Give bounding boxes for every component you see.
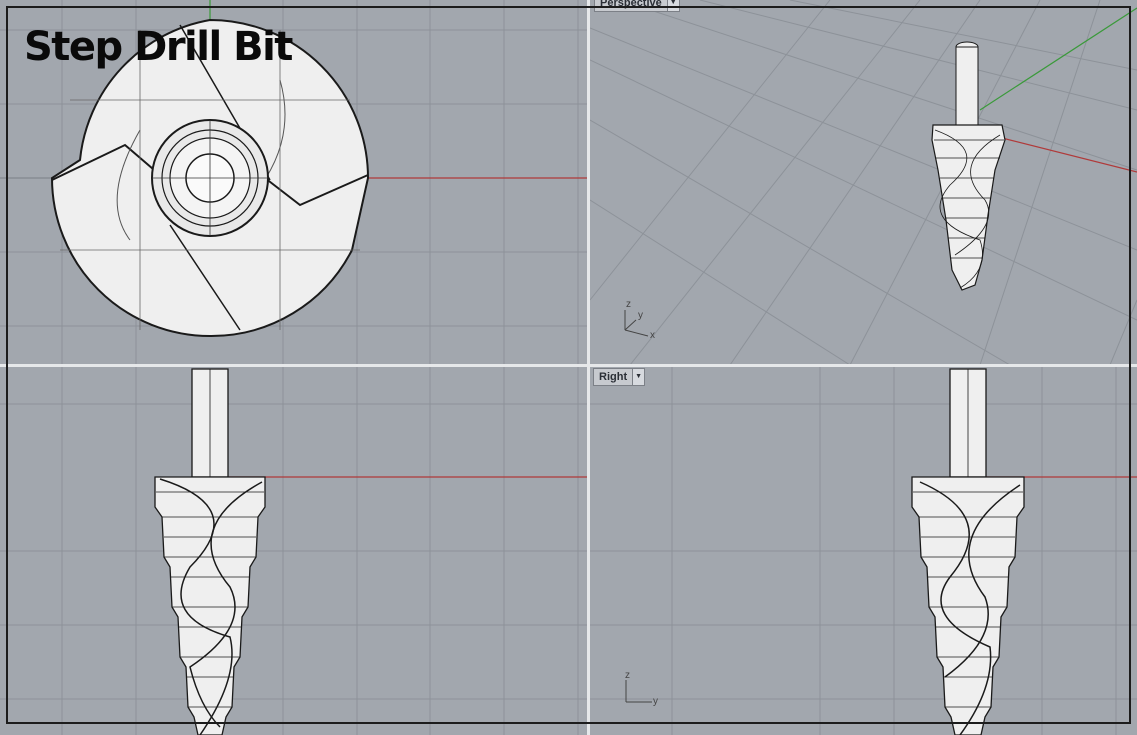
- viewport-front[interactable]: [0, 367, 588, 735]
- page-title: Step Drill Bit: [24, 24, 293, 70]
- perspective-axis-indicator: z y x: [624, 299, 655, 341]
- frame-border-top: [6, 6, 1131, 8]
- frame-border-left: [6, 6, 8, 724]
- drill-front-view: [154, 368, 266, 735]
- front-viewport-canvas: [0, 367, 588, 735]
- frame-border-bottom: [6, 722, 1131, 724]
- viewport-divider-vertical[interactable]: [587, 0, 590, 735]
- perspective-viewport-canvas: z y x: [590, 0, 1137, 365]
- perspective-grid: [590, 0, 1137, 365]
- viewport-top[interactable]: Step Drill Bit: [0, 0, 588, 365]
- frame-border-right: [1129, 6, 1131, 724]
- viewport-perspective[interactable]: z y x Perspective ▼: [590, 0, 1137, 365]
- viewport-tab-right[interactable]: Right ▼: [593, 368, 646, 386]
- right-axis-indicator: z y: [625, 670, 658, 707]
- drill-perspective-view: [931, 41, 1006, 291]
- viewport-divider-horizontal[interactable]: [0, 364, 1137, 367]
- front-grid: [0, 367, 588, 735]
- chevron-down-icon[interactable]: ▼: [632, 369, 645, 385]
- right-grid: [590, 367, 1137, 735]
- viewport-label: Right: [599, 371, 628, 383]
- axis-label-x: x: [650, 330, 655, 341]
- viewport-right[interactable]: z y Right ▼: [590, 367, 1137, 735]
- axis-label-y: y: [638, 310, 643, 321]
- y-axis-line: [979, 7, 1137, 111]
- rhino-workspace: Step Drill Bit z y x Perspective ▼ z y R…: [0, 0, 1137, 735]
- right-viewport-canvas: z y: [590, 367, 1137, 735]
- x-axis-line: [989, 134, 1137, 173]
- axis-label-z: z: [626, 299, 631, 310]
- axis-label-y: y: [653, 696, 658, 707]
- axis-label-z: z: [625, 670, 630, 681]
- drill-right-view: [911, 368, 1025, 735]
